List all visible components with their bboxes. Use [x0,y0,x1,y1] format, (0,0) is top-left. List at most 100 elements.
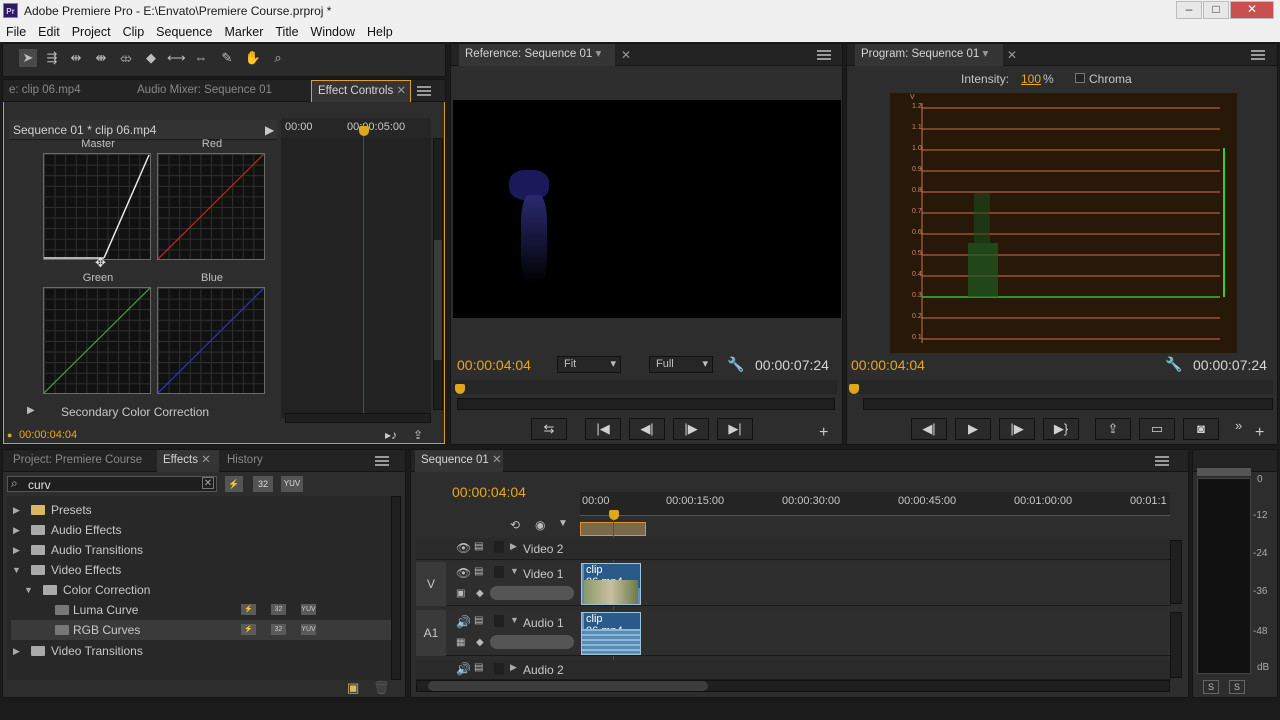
clear-search-icon[interactable]: ✕ [202,477,214,489]
video2-lock-icon[interactable] [494,541,504,553]
video1-lock-icon[interactable] [494,566,504,578]
program-timecode[interactable]: 00:00:04:04 [851,357,925,373]
panel-menu-icon[interactable] [417,86,431,96]
show-timeline-icon[interactable]: ▶ [265,123,274,137]
reference-zoom-bar[interactable] [457,398,835,410]
video1-keyframe-nav[interactable] [490,586,574,600]
mini-playhead-handle[interactable] [359,126,369,136]
timeline-playhead-handle[interactable] [609,510,619,520]
hand-tool-icon[interactable]: ✋ [244,49,262,67]
settings-wrench-icon[interactable]: 🔧 [727,356,744,373]
reference-dropdown-icon[interactable]: ▾ [595,48,601,60]
tab-reference[interactable]: Reference: Sequence 01 ▾ [459,44,615,66]
tree-item-presets[interactable]: ▶ Presets [11,500,391,520]
effects-close-icon[interactable]: ✕ [201,454,211,466]
effect-timecode[interactable]: 00:00:04:04 [19,429,77,441]
gang-button[interactable]: ⇆ [531,418,567,440]
menu-sequence[interactable]: Sequence [156,25,212,39]
program-zoom-bar[interactable] [863,398,1273,410]
expand-presets-icon[interactable]: ▶ [13,500,20,520]
audio2-lock-icon[interactable] [494,663,504,675]
chroma-checkbox[interactable] [1075,73,1085,83]
audio1-keyframe-icon[interactable]: ◆ [476,637,484,648]
audio1-source-patch[interactable]: A1 [416,610,446,656]
track-select-tool-icon[interactable]: ⇶ [43,49,61,67]
menu-title[interactable]: Title [275,25,298,39]
ripple-edit-tool-icon[interactable]: ⇹ [67,49,85,67]
tab-audio-mixer[interactable]: Audio Mixer: Sequence 01 [131,80,307,102]
menu-project[interactable]: Project [72,25,111,39]
timeline-scroll-thumb[interactable] [428,681,708,691]
program-add-button-icon[interactable]: + [1255,424,1264,442]
slide-tool-icon[interactable]: ⇔ [192,49,210,67]
video1-keyframe-icon[interactable]: ◆ [476,588,484,599]
effects-menu-icon[interactable] [375,456,389,466]
program-menu-icon[interactable] [1251,50,1265,60]
fit-select[interactable]: Fit ▾ [557,356,621,373]
audio1-display-icon[interactable]: ▦ [456,637,465,648]
tree-item-audio-transitions[interactable]: ▶ Audio Transitions [11,540,391,560]
tree-item-rgb-curves[interactable]: RGB Curves ⚡ 32 YUV [11,620,391,640]
32bit-effects-icon[interactable]: 32 [253,476,273,492]
tab-program[interactable]: Program: Sequence 01 ▾ [855,44,1003,66]
menu-help[interactable]: Help [367,25,393,39]
link-icon[interactable]: ◉ [535,518,545,532]
video1-collapse-icon[interactable]: ▼ [510,566,519,576]
more-buttons-icon[interactable]: » [1235,418,1242,433]
blue-curve-grid[interactable] [157,287,265,394]
audio1-collapse-icon[interactable]: ▼ [510,615,519,625]
expand-secondary-icon[interactable]: ▶ [27,405,35,416]
play-audio-icon[interactable]: ▸♪ [385,428,397,442]
reference-menu-icon[interactable] [817,50,831,60]
delete-icon[interactable]: 🗑 [373,680,390,696]
accelerated-effects-icon[interactable]: ⚡ [225,476,243,492]
tab-close-icon[interactable]: ✕ [396,85,406,97]
reference-playhead[interactable] [455,384,465,394]
pen-tool-icon[interactable]: ✎ [218,49,236,67]
tree-item-video-transitions[interactable]: ▶ Video Transitions [11,641,391,661]
zoom-tool-icon[interactable]: ⌕ [269,49,287,67]
expand-audio-effects-icon[interactable]: ▶ [13,520,20,540]
video2-sync-icon[interactable]: ▤ [474,541,483,552]
razor-tool-icon[interactable]: ◆ [142,49,160,67]
sequence-timecode[interactable]: 00:00:04:04 [452,484,526,500]
reference-timeline-bar[interactable] [453,380,837,394]
tab-source[interactable]: e: clip 06.mp4 [3,80,123,102]
program-step-forward-button[interactable]: |▶ [999,418,1035,440]
video1-sync-icon[interactable]: ▤ [474,566,483,577]
solo-left-button[interactable]: S [1203,680,1219,694]
collapse-video-effects-icon[interactable]: ▼ [12,560,21,580]
quality-select[interactable]: Full ▾ [649,356,713,373]
audio-tracks-scrollbar[interactable] [1170,612,1182,678]
audio2-sync-icon[interactable]: ▤ [474,662,483,673]
program-settings-icon[interactable]: 🔧 [1165,356,1182,373]
program-timeline-bar[interactable] [849,380,1273,394]
minimize-button[interactable]: – [1176,1,1202,19]
program-step-back-button[interactable]: ◀| [911,418,947,440]
video-clip[interactable]: clip 06.mp4 [581,563,641,605]
selection-tool-icon[interactable]: ➤ [19,49,37,67]
video-tracks-scrollbar[interactable] [1170,540,1182,604]
rate-stretch-tool-icon[interactable]: ⤄ [117,49,135,67]
green-curve-grid[interactable] [43,287,151,394]
menu-marker[interactable]: Marker [224,25,263,39]
collapse-color-correction-icon[interactable]: ▼ [24,580,33,600]
tab-history[interactable]: History [221,450,277,472]
program-dropdown-icon[interactable]: ▾ [982,48,988,60]
program-playhead[interactable] [849,384,859,394]
program-play-button[interactable]: ▶ [955,418,991,440]
video1-source-patch[interactable]: V [416,562,446,606]
slip-tool-icon[interactable]: ⟷ [167,49,186,67]
tab-effect-controls[interactable]: Effect Controls ✕ [311,80,411,102]
menu-edit[interactable]: Edit [38,25,60,39]
menu-file[interactable]: File [6,25,26,39]
audio2-speaker-icon[interactable]: 🔊 [456,662,471,676]
menu-clip[interactable]: Clip [123,25,145,39]
video2-eye-icon[interactable]: 👁 [456,541,471,555]
safe-margins-button[interactable]: ▭ [1139,418,1175,440]
tree-item-luma-curve[interactable]: Luma Curve ⚡ 32 YUV [11,600,391,620]
tree-item-audio-effects[interactable]: ▶ Audio Effects [11,520,391,540]
expand-audio-transitions-icon[interactable]: ▶ [13,540,20,560]
reference-timecode[interactable]: 00:00:04:04 [457,357,531,373]
export-frame-button[interactable]: ⇪ [1095,418,1131,440]
